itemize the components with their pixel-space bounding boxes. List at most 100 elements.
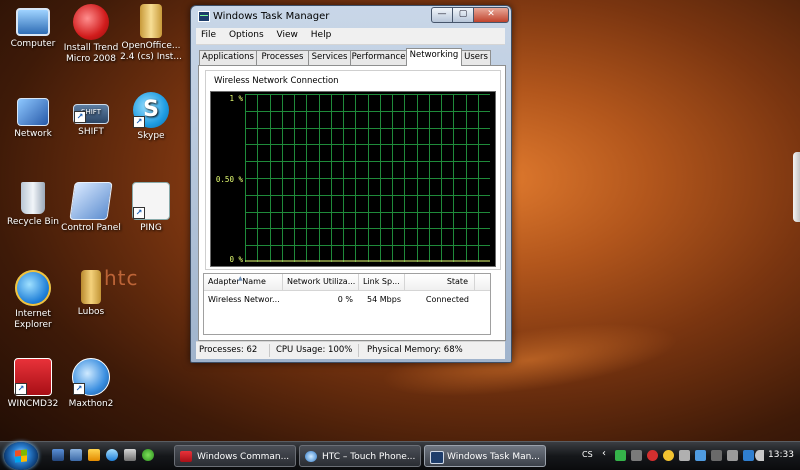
- column-network-utilization[interactable]: Network Utiliza...: [283, 274, 359, 290]
- desktop-icon-network[interactable]: Network: [0, 94, 66, 140]
- language-indicator[interactable]: CS: [582, 450, 593, 459]
- tray-device-icon[interactable]: [631, 450, 642, 461]
- folder-icon: [140, 4, 162, 38]
- tray-chevron-icon[interactable]: ‹: [602, 448, 606, 459]
- switch-windows-icon[interactable]: [70, 449, 82, 461]
- menu-help[interactable]: Help: [306, 28, 337, 40]
- y-label-max: 1 %: [229, 94, 243, 103]
- folder-icon: [81, 270, 101, 304]
- shortcut-arrow-icon: ↗: [74, 111, 86, 123]
- graph-title: Wireless Network Connection: [214, 76, 339, 86]
- maximize-button[interactable]: ▢: [452, 7, 474, 23]
- tray-display-icon[interactable]: [711, 450, 722, 461]
- desktop-icon-label: Lubos: [77, 307, 105, 317]
- shortcut-arrow-icon: ↗: [73, 383, 85, 395]
- tray-network-icon[interactable]: [615, 450, 626, 461]
- computer-icon: [16, 8, 50, 36]
- taskbar-button-task-manager[interactable]: Windows Task Man...: [424, 445, 546, 467]
- tab-networking[interactable]: Networking: [406, 48, 462, 66]
- desktop-icon-label: Network: [14, 129, 52, 139]
- shortcut-arrow-icon: ↗: [133, 116, 145, 128]
- status-bar: Processes: 62 CPU Usage: 100% Physical M…: [196, 341, 505, 359]
- tray-connection-icon[interactable]: [727, 450, 738, 461]
- task-manager-window[interactable]: Windows Task Manager — ▢ ✕ File Options …: [190, 5, 512, 363]
- tray-update-icon[interactable]: [663, 450, 674, 461]
- shortcut-arrow-icon: ↗: [133, 207, 145, 219]
- desktop-icon-label: Maxthon2: [68, 399, 114, 409]
- taskbar: Windows Comman... HTC – Touch Phone... W…: [0, 441, 800, 470]
- column-adapter-name[interactable]: ▲ Adapter Name: [204, 274, 283, 290]
- tab-applications[interactable]: Applications: [199, 50, 257, 65]
- task-manager-icon: [430, 451, 444, 464]
- desktop-icon-lubos[interactable]: Lubos: [58, 270, 124, 318]
- skype-icon: S ↗: [133, 92, 169, 128]
- taskbar-button-htc[interactable]: HTC – Touch Phone...: [299, 445, 421, 467]
- networking-panel: Wireless Network Connection 1 % 0.50 % 0…: [198, 65, 506, 341]
- menu-file[interactable]: File: [196, 28, 221, 40]
- sort-arrow-icon: ▲: [238, 275, 243, 282]
- tab-services[interactable]: Services: [308, 50, 351, 65]
- taskbar-button-label: HTC – Touch Phone...: [322, 452, 416, 462]
- network-icon: [17, 98, 49, 126]
- network-tool-icon[interactable]: [124, 449, 136, 461]
- show-desktop-icon[interactable]: [52, 449, 64, 461]
- trend-micro-icon: [73, 4, 109, 40]
- status-processes: Processes: 62: [196, 344, 270, 357]
- window-title: Windows Task Manager: [213, 11, 330, 22]
- desktop-icon-internet-explorer[interactable]: Internet Explorer: [0, 270, 66, 331]
- desktop-icon-openoffice[interactable]: OpenOffice... 2.4 (cs) Inst...: [118, 4, 184, 63]
- tray-sync-icon[interactable]: [679, 450, 690, 461]
- menu-view[interactable]: View: [272, 28, 303, 40]
- floppy-disk-icon: ↗: [14, 358, 52, 396]
- tray-wireless-icon[interactable]: [743, 450, 754, 461]
- network-graph-group: Wireless Network Connection 1 % 0.50 % 0…: [205, 70, 501, 270]
- sidebar-handle[interactable]: [793, 152, 800, 222]
- column-link-speed[interactable]: Link Sp...: [359, 274, 405, 290]
- desktop-icon-skype[interactable]: S ↗ Skype: [118, 92, 184, 142]
- internet-explorer-icon: [15, 270, 51, 306]
- y-label-mid: 0.50 %: [215, 175, 243, 184]
- windows-logo-icon: [15, 449, 27, 463]
- tab-processes[interactable]: Processes: [256, 50, 309, 65]
- desktop-icon-trend-micro[interactable]: Install Trend Micro 2008: [58, 4, 124, 65]
- desktop-icon-wincmd32[interactable]: ↗ WINCMD32: [0, 358, 66, 410]
- adapter-list[interactable]: ▲ Adapter Name Network Utiliza... Link S…: [203, 273, 491, 335]
- window-titlebar[interactable]: Windows Task Manager — ▢ ✕: [191, 6, 511, 26]
- tab-performance[interactable]: Performance: [350, 50, 407, 65]
- desktop-icon-computer[interactable]: Computer: [0, 4, 66, 50]
- desktop-icon-recycle-bin[interactable]: Recycle Bin: [0, 182, 66, 228]
- desktop-icon-label: Recycle Bin: [7, 217, 59, 227]
- network-graph: 1 % 0.50 % 0 %: [210, 91, 496, 267]
- shortcut-arrow-icon: ↗: [15, 383, 27, 395]
- desktop-icon-maxthon2[interactable]: ↗ Maxthon2: [58, 358, 124, 410]
- start-button[interactable]: [4, 442, 38, 470]
- taskbar-clock[interactable]: 13:33: [768, 450, 794, 460]
- graph-grid: [245, 94, 490, 262]
- column-state[interactable]: State: [405, 274, 475, 290]
- browser-icon[interactable]: [106, 449, 118, 461]
- minimize-button[interactable]: —: [431, 7, 453, 23]
- table-row[interactable]: Wireless Networ... 0 % 54 Mbps Connected: [204, 293, 490, 307]
- desktop-icon-control-panel[interactable]: Control Panel: [58, 182, 124, 234]
- desktop-icon-ping[interactable]: ↗ PING: [118, 182, 184, 234]
- tab-users[interactable]: Users: [461, 50, 491, 65]
- media-player-icon[interactable]: [88, 449, 100, 461]
- maxthon-icon: ↗: [72, 358, 110, 396]
- y-label-min: 0 %: [229, 255, 243, 264]
- taskbar-button-windows-commander[interactable]: Windows Comman...: [174, 445, 296, 467]
- adapter-list-header: ▲ Adapter Name Network Utiliza... Link S…: [204, 274, 490, 291]
- tray-volume-icon[interactable]: [755, 450, 764, 461]
- cell-link-speed: 54 Mbps: [367, 295, 401, 304]
- status-cpu: CPU Usage: 100%: [273, 344, 359, 357]
- status-memory: Physical Memory: 68%: [367, 345, 463, 355]
- menu-options[interactable]: Options: [224, 28, 269, 40]
- close-button[interactable]: ✕: [473, 7, 509, 23]
- utorrent-icon[interactable]: [142, 449, 154, 461]
- desktop-icon-label: Computer: [10, 39, 56, 49]
- taskbar-button-label: Windows Task Man...: [447, 452, 540, 462]
- desktop-icon-label: WINCMD32: [7, 399, 59, 409]
- tray-bluetooth-icon[interactable]: [695, 450, 706, 461]
- tray-antivirus-icon[interactable]: [647, 450, 658, 461]
- desktop-icon-shift[interactable]: SHIFT ↗ SHIFT: [58, 94, 124, 138]
- shift-key-icon: SHIFT ↗: [73, 104, 109, 124]
